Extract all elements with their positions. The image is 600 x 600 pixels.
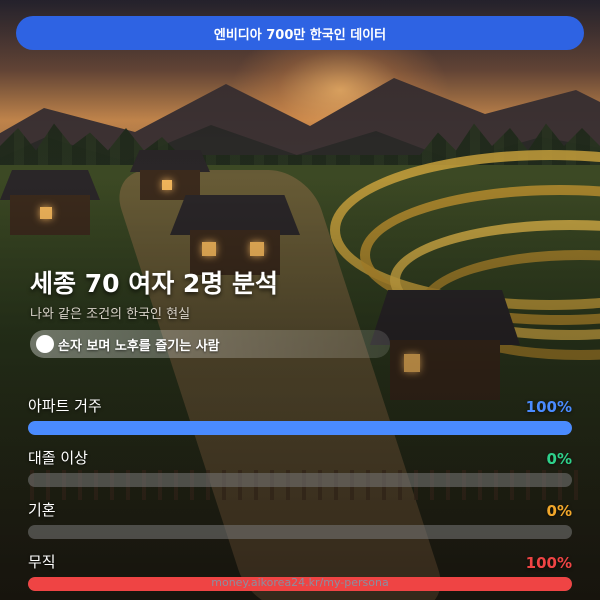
stat-label: 대졸 이상 bbox=[28, 449, 88, 467]
stat-married: 기혼 0% bbox=[28, 498, 572, 539]
page-subtitle: 나와 같은 조건의 한국인 현실 bbox=[30, 307, 191, 322]
persona-label: 손자 보며 노후를 즐기는 사람 bbox=[58, 338, 220, 354]
stat-apartment: 아파트 거주 100% bbox=[28, 394, 572, 435]
stat-label: 아파트 거주 bbox=[28, 397, 102, 415]
top-banner-label: 엔비디아 700만 한국인 데이터 bbox=[213, 27, 387, 43]
progress-fill bbox=[28, 421, 572, 435]
page-title: 세종 70 여자 2명 분석 bbox=[30, 269, 279, 298]
stat-value: 100% bbox=[525, 398, 572, 416]
stat-label: 기혼 bbox=[28, 501, 56, 519]
stat-value: 100% bbox=[525, 554, 572, 572]
persona-pill: 손자 보며 노후를 즐기는 사람 bbox=[30, 330, 390, 358]
stat-value: 0% bbox=[546, 502, 572, 520]
stat-label: 무직 bbox=[28, 553, 56, 571]
progress-track bbox=[28, 473, 572, 487]
progress-track bbox=[28, 421, 572, 435]
stat-value: 0% bbox=[546, 450, 572, 468]
stat-college: 대졸 이상 0% bbox=[28, 446, 572, 487]
top-banner[interactable]: 엔비디아 700만 한국인 데이터 bbox=[16, 16, 584, 50]
persona-dot-icon bbox=[36, 335, 54, 353]
footer-url: money.aikorea24.kr/my-persona bbox=[211, 576, 389, 589]
progress-track bbox=[28, 525, 572, 539]
